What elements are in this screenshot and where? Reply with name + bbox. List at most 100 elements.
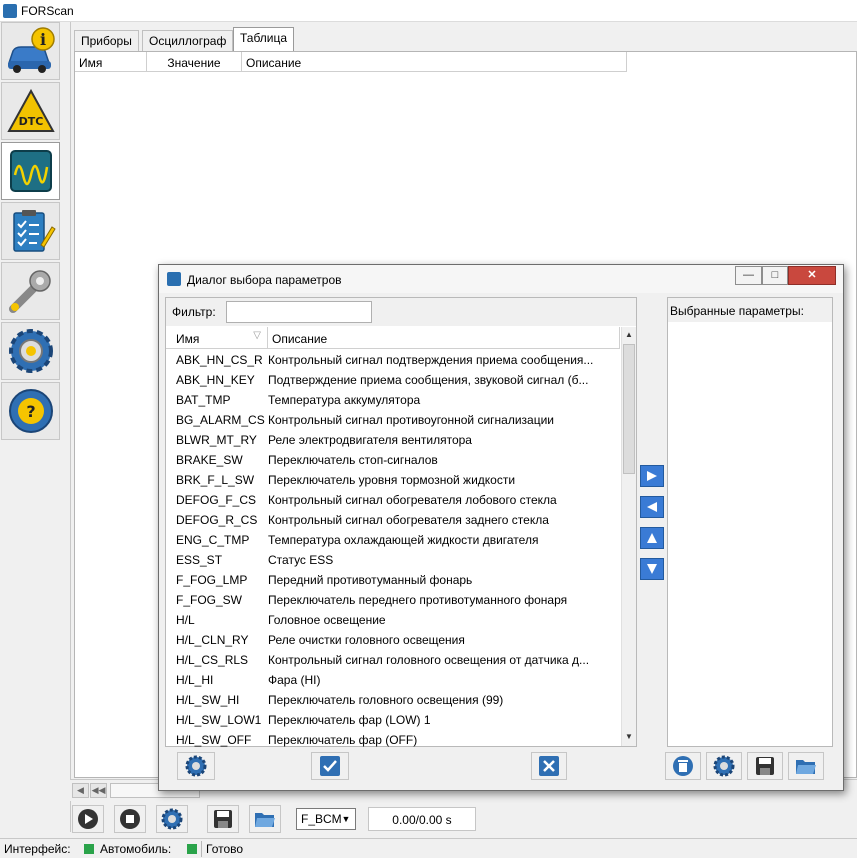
- save-button[interactable]: [747, 752, 783, 780]
- play-button[interactable]: [72, 805, 104, 833]
- param-description: Статус ESS: [268, 553, 334, 567]
- remove-parameter-button[interactable]: [640, 496, 664, 518]
- list-item[interactable]: F_FOG_LMP Передний противотуманный фонарь: [166, 570, 620, 590]
- save-button[interactable]: [207, 805, 239, 833]
- list-item[interactable]: ENG_C_TMP Температура охлаждающей жидкост…: [166, 530, 620, 550]
- arrow-left-icon: [647, 502, 657, 512]
- list-item[interactable]: BLWR_MT_RY Реле электродвигателя вентилят…: [166, 430, 620, 450]
- column-header-description[interactable]: Описание: [242, 52, 627, 72]
- tab-table[interactable]: Таблица: [233, 27, 295, 52]
- list-item[interactable]: DEFOG_R_CS Контрольный сигнал обогревател…: [166, 510, 620, 530]
- list-item[interactable]: H/L_CLN_RY Реле очистки головного освещен…: [166, 630, 620, 650]
- sort-icon: ▽: [253, 330, 261, 341]
- chevron-down-icon: ▼: [341, 814, 351, 824]
- parameter-list-panel: Фильтр: Имя ▽ Описание ABK_HN_CS_R Контро…: [165, 297, 637, 747]
- list-item[interactable]: ABK_HN_CS_R Контрольный сигнал подтвержде…: [166, 350, 620, 370]
- param-description: Передний противотуманный фонарь: [268, 573, 473, 587]
- dtc-warning-icon: DTC: [6, 88, 55, 132]
- sidebar-item-dtc[interactable]: DTC: [1, 82, 60, 140]
- help-icon: ?: [8, 389, 53, 433]
- list-item[interactable]: H/L_SW_HI Переключатель головного освещен…: [166, 690, 620, 710]
- param-description: Переключатель фар (OFF): [268, 733, 418, 747]
- scroll-thumb[interactable]: [623, 344, 635, 474]
- sidebar: i DTC ?: [0, 22, 62, 444]
- delete-button[interactable]: [665, 752, 701, 780]
- interface-label: Интерфейс:: [4, 842, 71, 856]
- param-name: ABK_HN_CS_R: [176, 353, 263, 367]
- ok-button[interactable]: [311, 752, 349, 780]
- bottom-toolbar: F_BCM ▼ 0.00/0.00 s: [70, 801, 857, 837]
- car-info-icon: i: [7, 27, 55, 73]
- list-item[interactable]: ABK_HN_KEY Подтверждение приема сообщения…: [166, 370, 620, 390]
- sidebar-item-tests[interactable]: [1, 202, 60, 260]
- vertical-scrollbar[interactable]: ▲ ▼: [621, 327, 636, 746]
- vehicle-label: Автомобиль:: [100, 842, 172, 856]
- list-item[interactable]: ESS_ST Статус ESS: [166, 550, 620, 570]
- open-button[interactable]: [249, 805, 281, 833]
- module-select-value: F_BCM: [301, 812, 342, 826]
- scroll-left-icon[interactable]: ◀: [72, 783, 89, 798]
- param-description: Подтверждение приема сообщения, звуковой…: [268, 373, 589, 387]
- save-icon: [214, 810, 232, 828]
- param-name: H/L_CS_RLS: [176, 653, 249, 667]
- filter-input[interactable]: [226, 301, 372, 323]
- sidebar-item-service[interactable]: [1, 262, 60, 320]
- param-name: BAT_TMP: [176, 393, 231, 407]
- list-item[interactable]: H/L_HI Фара (HI): [166, 670, 620, 690]
- tab-gauges[interactable]: Приборы: [74, 30, 139, 51]
- list-item[interactable]: BRAKE_SW Переключатель стоп-сигналов: [166, 450, 620, 470]
- param-name: ESS_ST: [176, 553, 223, 567]
- sidebar-item-oscilloscope[interactable]: [1, 142, 60, 200]
- open-button[interactable]: [788, 752, 824, 780]
- dialog-title: Диалог выбора параметров: [187, 273, 342, 287]
- module-select[interactable]: F_BCM ▼: [296, 808, 356, 830]
- sidebar-item-vehicle-info[interactable]: i: [1, 22, 60, 80]
- column-header-name[interactable]: Имя: [75, 52, 147, 72]
- selected-parameters-panel: Выбранные параметры:: [667, 297, 833, 747]
- filter-label: Фильтр:: [172, 305, 216, 319]
- check-icon: [320, 756, 340, 776]
- options-button[interactable]: [706, 752, 742, 780]
- scroll-start-icon[interactable]: ◀◀: [90, 783, 107, 798]
- add-parameter-button[interactable]: [640, 465, 664, 487]
- move-up-button[interactable]: [640, 527, 664, 549]
- column-header-description[interactable]: Описание: [268, 327, 620, 349]
- list-item[interactable]: BRK_F_L_SW Переключатель уровня тормозной…: [166, 470, 620, 490]
- settings-button[interactable]: [156, 805, 188, 833]
- param-name: BRK_F_L_SW: [176, 473, 255, 487]
- maximize-button[interactable]: □: [762, 266, 788, 285]
- gear-icon: [8, 329, 53, 373]
- filter-row: Фильтр:: [166, 298, 636, 326]
- stop-button[interactable]: [114, 805, 146, 833]
- list-item[interactable]: H/L_CS_RLS Контрольный сигнал головного о…: [166, 650, 620, 670]
- list-item[interactable]: DEFOG_F_CS Контрольный сигнал обогревател…: [166, 490, 620, 510]
- sidebar-item-configuration[interactable]: [1, 322, 60, 380]
- dialog-title-bar: Диалог выбора параметров — □ ✕: [159, 265, 843, 293]
- cancel-button[interactable]: [531, 752, 567, 780]
- list-item[interactable]: H/L_SW_LOW1 Переключатель фар (LOW) 1: [166, 710, 620, 730]
- param-name: H/L_HI: [176, 673, 214, 687]
- scroll-down-icon[interactable]: ▼: [623, 730, 635, 744]
- minimize-button[interactable]: —: [735, 266, 762, 285]
- column-header-name[interactable]: Имя ▽: [166, 327, 268, 349]
- param-description: Головное освещение: [268, 613, 386, 627]
- param-description: Реле очистки головного освещения: [268, 633, 465, 647]
- sidebar-item-help[interactable]: ?: [1, 382, 60, 440]
- tab-oscilloscope[interactable]: Осциллограф: [142, 30, 234, 51]
- column-header-value[interactable]: Значение: [147, 52, 242, 72]
- list-item[interactable]: H/L Головное освещение: [166, 610, 620, 630]
- wrench-icon: [8, 270, 51, 313]
- list-item[interactable]: H/L_SW_OFF Переключатель фар (OFF): [166, 730, 620, 750]
- param-name: F_FOG_SW: [176, 593, 243, 607]
- status-bar: Интерфейс: Автомобиль: Готово: [0, 838, 857, 858]
- oscilloscope-icon: [9, 150, 52, 192]
- list-item[interactable]: BAT_TMP Температура аккумулятора: [166, 390, 620, 410]
- settings-button[interactable]: [177, 752, 215, 780]
- list-item[interactable]: BG_ALARM_CS Контрольный сигнал противоуго…: [166, 410, 620, 430]
- move-down-button[interactable]: [640, 558, 664, 580]
- scroll-up-icon[interactable]: ▲: [623, 328, 635, 342]
- stop-icon: [120, 809, 140, 829]
- cross-icon: [539, 756, 559, 776]
- list-item[interactable]: F_FOG_SW Переключатель переднего противот…: [166, 590, 620, 610]
- close-button[interactable]: ✕: [788, 266, 836, 285]
